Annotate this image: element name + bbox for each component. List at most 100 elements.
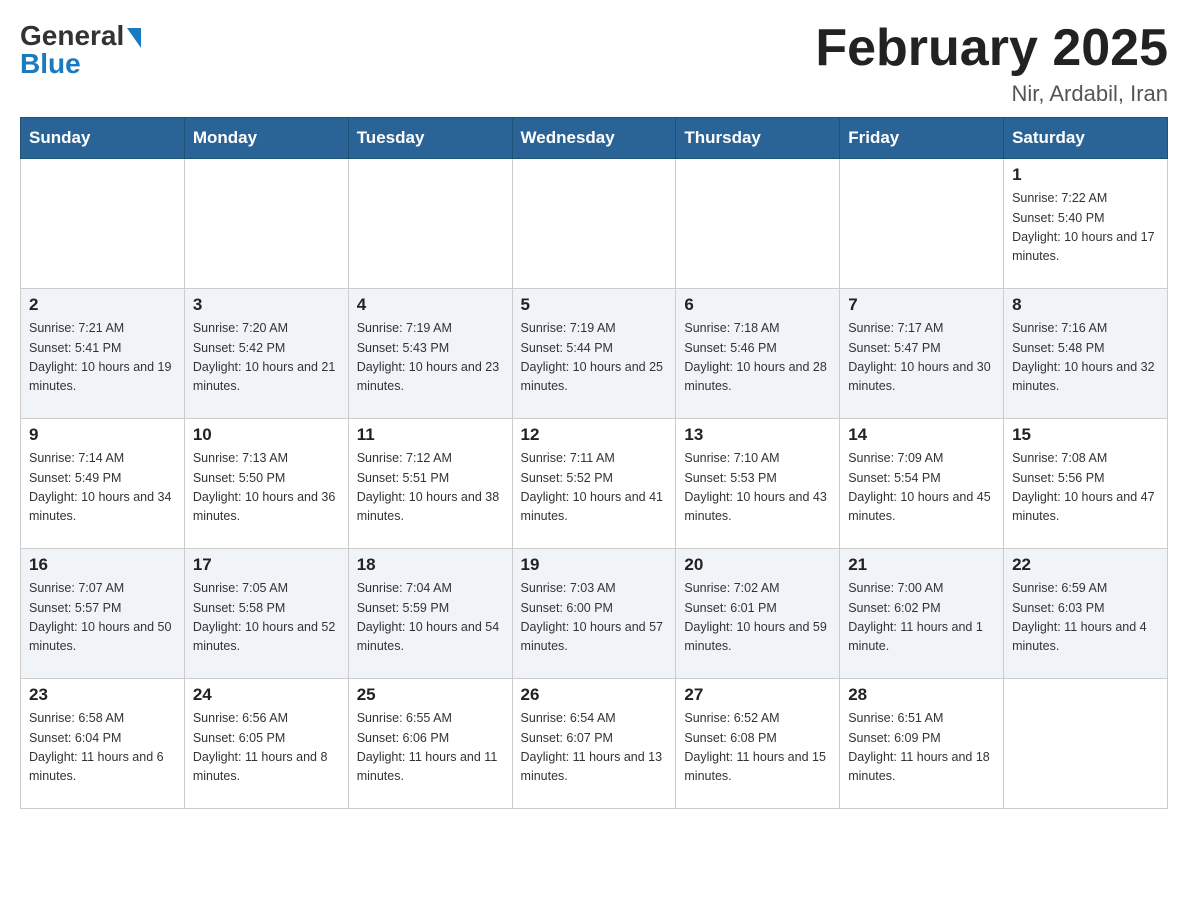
- day-info: Sunrise: 7:19 AMSunset: 5:44 PMDaylight:…: [521, 319, 668, 397]
- calendar-table: SundayMondayTuesdayWednesdayThursdayFrid…: [20, 117, 1168, 809]
- calendar-cell: 8 Sunrise: 7:16 AMSunset: 5:48 PMDaylight…: [1004, 289, 1168, 419]
- day-number: 1: [1012, 165, 1159, 185]
- calendar-week-row: 16 Sunrise: 7:07 AMSunset: 5:57 PMDayligh…: [21, 549, 1168, 679]
- calendar-cell: 16 Sunrise: 7:07 AMSunset: 5:57 PMDayligh…: [21, 549, 185, 679]
- calendar-cell: 19 Sunrise: 7:03 AMSunset: 6:00 PMDayligh…: [512, 549, 676, 679]
- day-number: 17: [193, 555, 340, 575]
- day-number: 12: [521, 425, 668, 445]
- calendar-cell: 13 Sunrise: 7:10 AMSunset: 5:53 PMDayligh…: [676, 419, 840, 549]
- day-number: 28: [848, 685, 995, 705]
- day-info: Sunrise: 7:09 AMSunset: 5:54 PMDaylight:…: [848, 449, 995, 527]
- day-number: 21: [848, 555, 995, 575]
- day-info: Sunrise: 7:10 AMSunset: 5:53 PMDaylight:…: [684, 449, 831, 527]
- day-info: Sunrise: 7:00 AMSunset: 6:02 PMDaylight:…: [848, 579, 995, 657]
- calendar-cell: [1004, 679, 1168, 809]
- day-info: Sunrise: 7:21 AMSunset: 5:41 PMDaylight:…: [29, 319, 176, 397]
- weekday-header-sunday: Sunday: [21, 118, 185, 159]
- day-number: 24: [193, 685, 340, 705]
- day-number: 2: [29, 295, 176, 315]
- day-info: Sunrise: 7:18 AMSunset: 5:46 PMDaylight:…: [684, 319, 831, 397]
- weekday-header-thursday: Thursday: [676, 118, 840, 159]
- page-header: General Blue February 2025 Nir, Ardabil,…: [20, 20, 1168, 107]
- day-number: 5: [521, 295, 668, 315]
- calendar-cell: 5 Sunrise: 7:19 AMSunset: 5:44 PMDaylight…: [512, 289, 676, 419]
- day-info: Sunrise: 7:05 AMSunset: 5:58 PMDaylight:…: [193, 579, 340, 657]
- day-number: 18: [357, 555, 504, 575]
- day-number: 25: [357, 685, 504, 705]
- day-info: Sunrise: 7:03 AMSunset: 6:00 PMDaylight:…: [521, 579, 668, 657]
- day-info: Sunrise: 7:08 AMSunset: 5:56 PMDaylight:…: [1012, 449, 1159, 527]
- weekday-header-tuesday: Tuesday: [348, 118, 512, 159]
- calendar-cell: 20 Sunrise: 7:02 AMSunset: 6:01 PMDayligh…: [676, 549, 840, 679]
- day-number: 16: [29, 555, 176, 575]
- calendar-cell: [512, 159, 676, 289]
- day-info: Sunrise: 7:11 AMSunset: 5:52 PMDaylight:…: [521, 449, 668, 527]
- calendar-cell: 1Sunrise: 7:22 AMSunset: 5:40 PMDaylight…: [1004, 159, 1168, 289]
- day-info: Sunrise: 7:07 AMSunset: 5:57 PMDaylight:…: [29, 579, 176, 657]
- day-number: 20: [684, 555, 831, 575]
- logo-blue-text: Blue: [20, 48, 81, 80]
- day-number: 11: [357, 425, 504, 445]
- calendar-cell: 11 Sunrise: 7:12 AMSunset: 5:51 PMDayligh…: [348, 419, 512, 549]
- calendar-cell: 4 Sunrise: 7:19 AMSunset: 5:43 PMDaylight…: [348, 289, 512, 419]
- day-info: Sunrise: 7:13 AMSunset: 5:50 PMDaylight:…: [193, 449, 340, 527]
- day-info: Sunrise: 6:54 AMSunset: 6:07 PMDaylight:…: [521, 709, 668, 787]
- day-number: 26: [521, 685, 668, 705]
- day-info: Sunrise: 6:52 AMSunset: 6:08 PMDaylight:…: [684, 709, 831, 787]
- calendar-cell: 7Sunrise: 7:17 AMSunset: 5:47 PMDaylight…: [840, 289, 1004, 419]
- day-info: Sunrise: 7:16 AMSunset: 5:48 PMDaylight:…: [1012, 319, 1159, 397]
- day-info: Sunrise: 6:58 AMSunset: 6:04 PMDaylight:…: [29, 709, 176, 787]
- day-info: Sunrise: 7:02 AMSunset: 6:01 PMDaylight:…: [684, 579, 831, 657]
- logo: General Blue: [20, 20, 141, 80]
- day-number: 13: [684, 425, 831, 445]
- calendar-cell: 17 Sunrise: 7:05 AMSunset: 5:58 PMDayligh…: [184, 549, 348, 679]
- day-info: Sunrise: 7:19 AMSunset: 5:43 PMDaylight:…: [357, 319, 504, 397]
- calendar-cell: 2 Sunrise: 7:21 AMSunset: 5:41 PMDaylight…: [21, 289, 185, 419]
- day-number: 8: [1012, 295, 1159, 315]
- day-number: 15: [1012, 425, 1159, 445]
- day-number: 6: [684, 295, 831, 315]
- day-info: Sunrise: 6:55 AMSunset: 6:06 PMDaylight:…: [357, 709, 504, 787]
- calendar-week-row: 9Sunrise: 7:14 AMSunset: 5:49 PMDaylight…: [21, 419, 1168, 549]
- logo-triangle-icon: [127, 28, 141, 48]
- day-number: 27: [684, 685, 831, 705]
- calendar-cell: 14 Sunrise: 7:09 AMSunset: 5:54 PMDayligh…: [840, 419, 1004, 549]
- weekday-header-friday: Friday: [840, 118, 1004, 159]
- day-info: Sunrise: 6:56 AMSunset: 6:05 PMDaylight:…: [193, 709, 340, 787]
- day-number: 3: [193, 295, 340, 315]
- calendar-cell: [840, 159, 1004, 289]
- calendar-cell: 26 Sunrise: 6:54 AMSunset: 6:07 PMDayligh…: [512, 679, 676, 809]
- calendar-cell: 25 Sunrise: 6:55 AMSunset: 6:06 PMDayligh…: [348, 679, 512, 809]
- calendar-cell: 12 Sunrise: 7:11 AMSunset: 5:52 PMDayligh…: [512, 419, 676, 549]
- weekday-header-row: SundayMondayTuesdayWednesdayThursdayFrid…: [21, 118, 1168, 159]
- calendar-cell: 3 Sunrise: 7:20 AMSunset: 5:42 PMDaylight…: [184, 289, 348, 419]
- day-info: Sunrise: 7:12 AMSunset: 5:51 PMDaylight:…: [357, 449, 504, 527]
- title-section: February 2025 Nir, Ardabil, Iran: [815, 20, 1168, 107]
- day-number: 22: [1012, 555, 1159, 575]
- calendar-cell: 22 Sunrise: 6:59 AMSunset: 6:03 PMDayligh…: [1004, 549, 1168, 679]
- day-number: 10: [193, 425, 340, 445]
- calendar-header: SundayMondayTuesdayWednesdayThursdayFrid…: [21, 118, 1168, 159]
- day-info: Sunrise: 6:59 AMSunset: 6:03 PMDaylight:…: [1012, 579, 1159, 657]
- calendar-subtitle: Nir, Ardabil, Iran: [815, 81, 1168, 107]
- day-number: 9: [29, 425, 176, 445]
- day-info: Sunrise: 7:04 AMSunset: 5:59 PMDaylight:…: [357, 579, 504, 657]
- calendar-title: February 2025: [815, 20, 1168, 77]
- day-info: Sunrise: 7:17 AMSunset: 5:47 PMDaylight:…: [848, 319, 995, 397]
- calendar-week-row: 1Sunrise: 7:22 AMSunset: 5:40 PMDaylight…: [21, 159, 1168, 289]
- calendar-cell: 27 Sunrise: 6:52 AMSunset: 6:08 PMDayligh…: [676, 679, 840, 809]
- day-number: 14: [848, 425, 995, 445]
- calendar-cell: 23Sunrise: 6:58 AMSunset: 6:04 PMDayligh…: [21, 679, 185, 809]
- day-info: Sunrise: 6:51 AMSunset: 6:09 PMDaylight:…: [848, 709, 995, 787]
- weekday-header-monday: Monday: [184, 118, 348, 159]
- day-number: 4: [357, 295, 504, 315]
- calendar-body: 1Sunrise: 7:22 AMSunset: 5:40 PMDaylight…: [21, 159, 1168, 809]
- calendar-cell: [184, 159, 348, 289]
- calendar-cell: [348, 159, 512, 289]
- calendar-week-row: 2 Sunrise: 7:21 AMSunset: 5:41 PMDaylight…: [21, 289, 1168, 419]
- calendar-cell: 21 Sunrise: 7:00 AMSunset: 6:02 PMDayligh…: [840, 549, 1004, 679]
- calendar-cell: 10 Sunrise: 7:13 AMSunset: 5:50 PMDayligh…: [184, 419, 348, 549]
- day-info: Sunrise: 7:20 AMSunset: 5:42 PMDaylight:…: [193, 319, 340, 397]
- weekday-header-wednesday: Wednesday: [512, 118, 676, 159]
- day-number: 19: [521, 555, 668, 575]
